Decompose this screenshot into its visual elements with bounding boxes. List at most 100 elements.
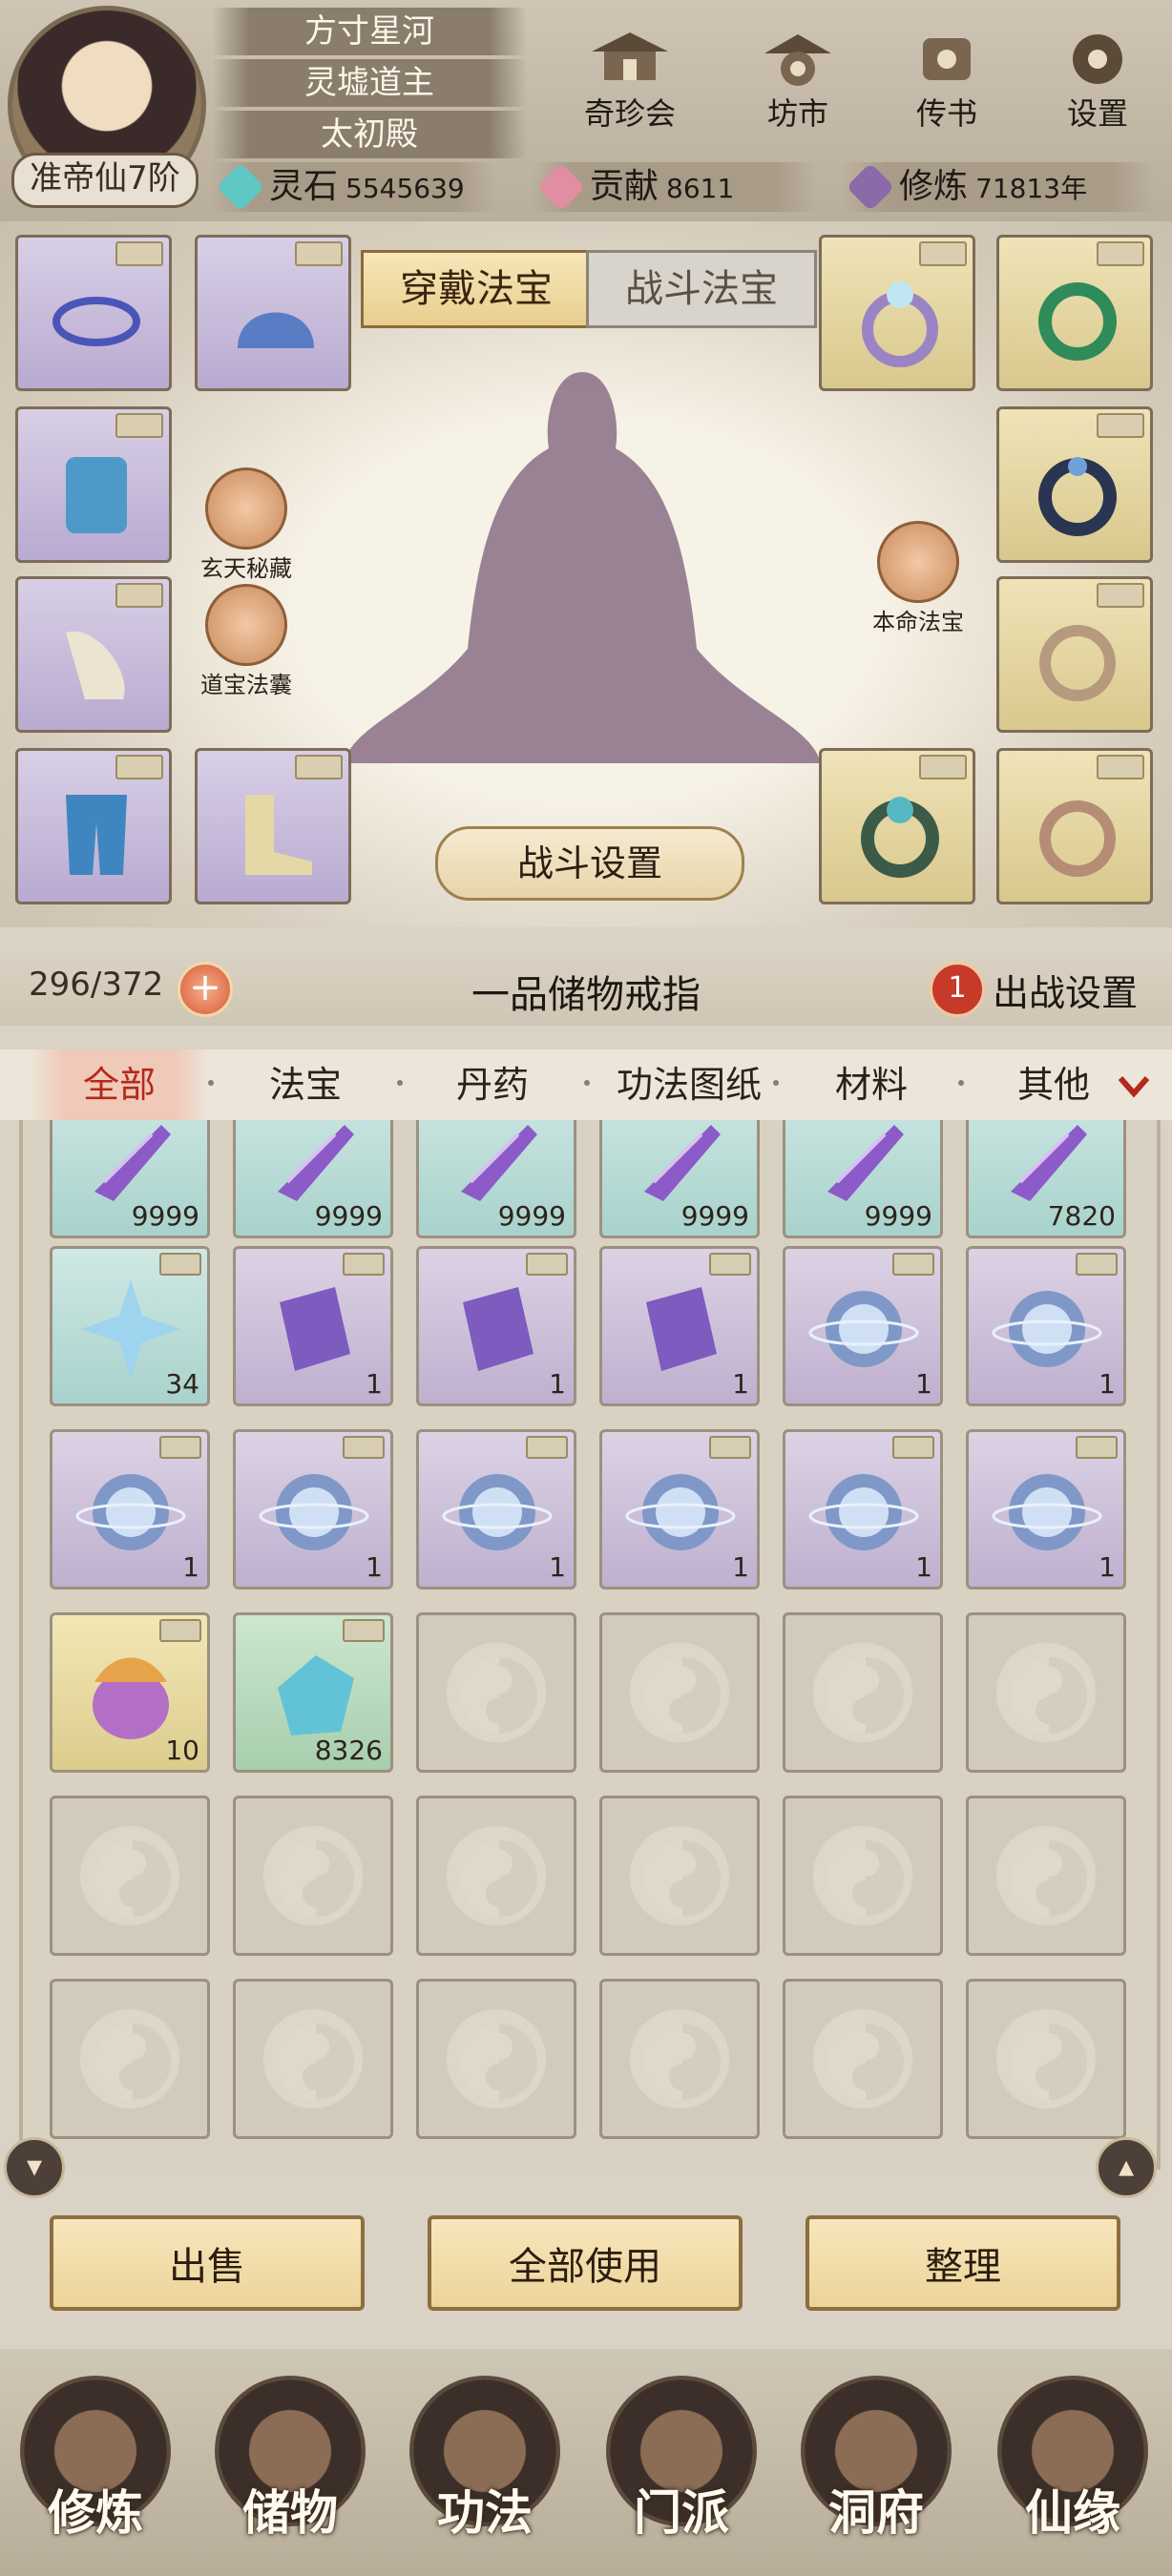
spirit-orb-icon — [442, 1474, 553, 1550]
scroll-up-button[interactable]: ▴ — [1096, 2137, 1157, 2198]
treasure-bag-button[interactable]: 道宝法囊 — [179, 584, 313, 699]
menu-label: 设置 — [1066, 95, 1128, 132]
sortie-settings-button[interactable]: 出战设置 — [993, 964, 1138, 1016]
item-count: 9999 — [131, 1200, 199, 1232]
inventory-slot-spirit-orb[interactable]: 1 — [599, 1429, 760, 1589]
inventory-slot-empty[interactable] — [783, 1979, 943, 2139]
equip-slot-gloves[interactable] — [15, 576, 172, 733]
quality-tag — [1076, 1436, 1118, 1459]
sort-button[interactable]: 整理 — [806, 2215, 1120, 2311]
market-button[interactable]: 坊市 — [741, 29, 855, 143]
quality-tag — [1097, 755, 1144, 779]
equip-slot-ring-2[interactable] — [996, 235, 1153, 391]
natal-treasure-button[interactable]: 本命法宝 — [851, 521, 985, 636]
equip-slot-necklace[interactable] — [15, 235, 172, 391]
inventory-slot-spirit-orb[interactable]: 1 — [233, 1429, 393, 1589]
bag-icon — [205, 584, 287, 666]
tab-pills[interactable]: 丹药 — [407, 1049, 578, 1120]
tab-other[interactable]: 其他 — [968, 1049, 1140, 1120]
equip-slot-ring-1[interactable] — [819, 235, 975, 391]
equip-slot-ring-3[interactable] — [996, 406, 1153, 563]
inventory-grid: 9999 9999 9999 9999 9999 7820 34 1 1 1 1 1 1 1 1 1 1 1 10 8… — [19, 1120, 1161, 2170]
inventory-slot-spirit-orb[interactable]: 1 — [783, 1429, 943, 1589]
tab-materials[interactable]: 材料 — [783, 1049, 960, 1120]
battle-settings-button[interactable]: 战斗设置 — [435, 826, 744, 901]
ring-icon — [862, 281, 938, 367]
scroll-down-button[interactable]: ▾ — [4, 2137, 65, 2198]
inventory-slot-empty[interactable] — [966, 1796, 1126, 1956]
nav-cultivate[interactable]: 修炼 — [10, 2376, 181, 2566]
inventory-slot-empty[interactable] — [599, 1612, 760, 1773]
inventory-slot-ice-star[interactable]: 34 — [50, 1246, 210, 1406]
chevron-down-icon[interactable] — [1115, 1067, 1153, 1105]
inventory-slot-empty[interactable] — [966, 1612, 1126, 1773]
side-button-label: 道宝法囊 — [200, 672, 292, 698]
nav-cave[interactable]: 洞府 — [790, 2376, 962, 2566]
inventory-slot-empty[interactable] — [233, 1979, 393, 2139]
equip-slot-leggings[interactable] — [15, 748, 172, 904]
inventory-slot-purple-talisman[interactable]: 1 — [233, 1246, 393, 1406]
treasure-auction-button[interactable]: 奇珍会 — [573, 29, 687, 143]
inventory-slot-empty[interactable] — [783, 1612, 943, 1773]
quality-tag — [115, 413, 163, 438]
equip-slot-armor[interactable] — [15, 406, 172, 563]
inventory-slot-empty[interactable] — [599, 1979, 760, 2139]
nav-techniques[interactable]: 功法 — [399, 2376, 571, 2566]
inventory-slot-empty[interactable] — [416, 1612, 576, 1773]
inventory-slot-purple-crystal[interactable]: 9999 — [783, 1120, 943, 1238]
tab-technique-scrolls[interactable]: 功法图纸 — [594, 1049, 785, 1120]
quality-tag — [526, 1253, 568, 1276]
inventory-slot-spirit-orb[interactable]: 1 — [966, 1429, 1126, 1589]
quality-tag — [1097, 241, 1144, 266]
inventory-slot-purple-talisman[interactable]: 1 — [599, 1246, 760, 1406]
tab-battle-treasures[interactable]: 战斗法宝 — [586, 250, 817, 328]
nav-sect[interactable]: 门派 — [596, 2376, 767, 2566]
nav-storage[interactable]: 储物 — [204, 2376, 376, 2566]
inventory-slot-empty[interactable] — [416, 1979, 576, 2139]
inventory-slot-empty[interactable] — [233, 1796, 393, 1956]
inventory-slot-spirit-orb[interactable]: 1 — [416, 1429, 576, 1589]
inventory-slot-empty[interactable] — [966, 1979, 1126, 2139]
quality-tag — [892, 1253, 934, 1276]
equip-slot-boots[interactable] — [195, 748, 351, 904]
inventory-slot-lotus-fruit[interactable]: 10 — [50, 1612, 210, 1773]
item-count: 1 — [366, 1368, 383, 1400]
mystic-vault-button[interactable]: 玄天秘藏 — [179, 467, 313, 583]
quality-tag — [295, 755, 343, 779]
equip-slot-helmet[interactable] — [195, 235, 351, 391]
inventory-slot-empty[interactable] — [50, 1796, 210, 1956]
tab-treasures[interactable]: 法宝 — [220, 1049, 391, 1120]
inventory-slot-purple-crystal[interactable]: 9999 — [599, 1120, 760, 1238]
quality-tag — [1097, 583, 1144, 608]
letters-button[interactable]: 传书 — [889, 29, 1004, 143]
inventory-slot-spirit-orb[interactable]: 1 — [783, 1246, 943, 1406]
expand-capacity-button[interactable]: + — [178, 962, 233, 1017]
tab-all[interactable]: 全部 — [29, 1049, 210, 1120]
equip-slot-ring-6[interactable] — [996, 748, 1153, 904]
inventory-slot-blue-stone[interactable]: 8326 — [233, 1612, 393, 1773]
realm-badge: 准帝仙7阶 — [11, 153, 199, 208]
inventory-slot-empty[interactable] — [416, 1796, 576, 1956]
inventory-slot-purple-crystal[interactable]: 7820 — [966, 1120, 1126, 1238]
nav-fate[interactable]: 仙缘 — [987, 2376, 1159, 2566]
inventory-slot-empty[interactable] — [50, 1979, 210, 2139]
inventory-slot-purple-talisman[interactable]: 1 — [416, 1246, 576, 1406]
use-all-button[interactable]: 全部使用 — [428, 2215, 743, 2311]
tab-worn-treasures[interactable]: 穿戴法宝 — [361, 250, 592, 328]
inventory-slot-spirit-orb[interactable]: 1 — [966, 1246, 1126, 1406]
inventory-slot-empty[interactable] — [599, 1796, 760, 1956]
settings-button[interactable]: 设置 — [1040, 29, 1155, 143]
inventory-slot-spirit-orb[interactable]: 1 — [50, 1429, 210, 1589]
inventory-slot-purple-crystal[interactable]: 9999 — [416, 1120, 576, 1238]
spirit-stone-counter: 灵石 5545639 — [210, 162, 496, 212]
inventory-slot-purple-crystal[interactable]: 9999 — [50, 1120, 210, 1238]
cultivation-icon — [846, 162, 895, 212]
equip-slot-ring-5[interactable] — [819, 748, 975, 904]
inventory-slot-purple-crystal[interactable]: 9999 — [233, 1120, 393, 1238]
item-count: 1 — [732, 1551, 749, 1583]
resource-value: 8611 — [666, 173, 735, 204]
equip-slot-ring-4[interactable] — [996, 576, 1153, 733]
inventory-slot-empty[interactable] — [783, 1796, 943, 1956]
sell-button[interactable]: 出售 — [50, 2215, 365, 2311]
quality-tag — [892, 1436, 934, 1459]
